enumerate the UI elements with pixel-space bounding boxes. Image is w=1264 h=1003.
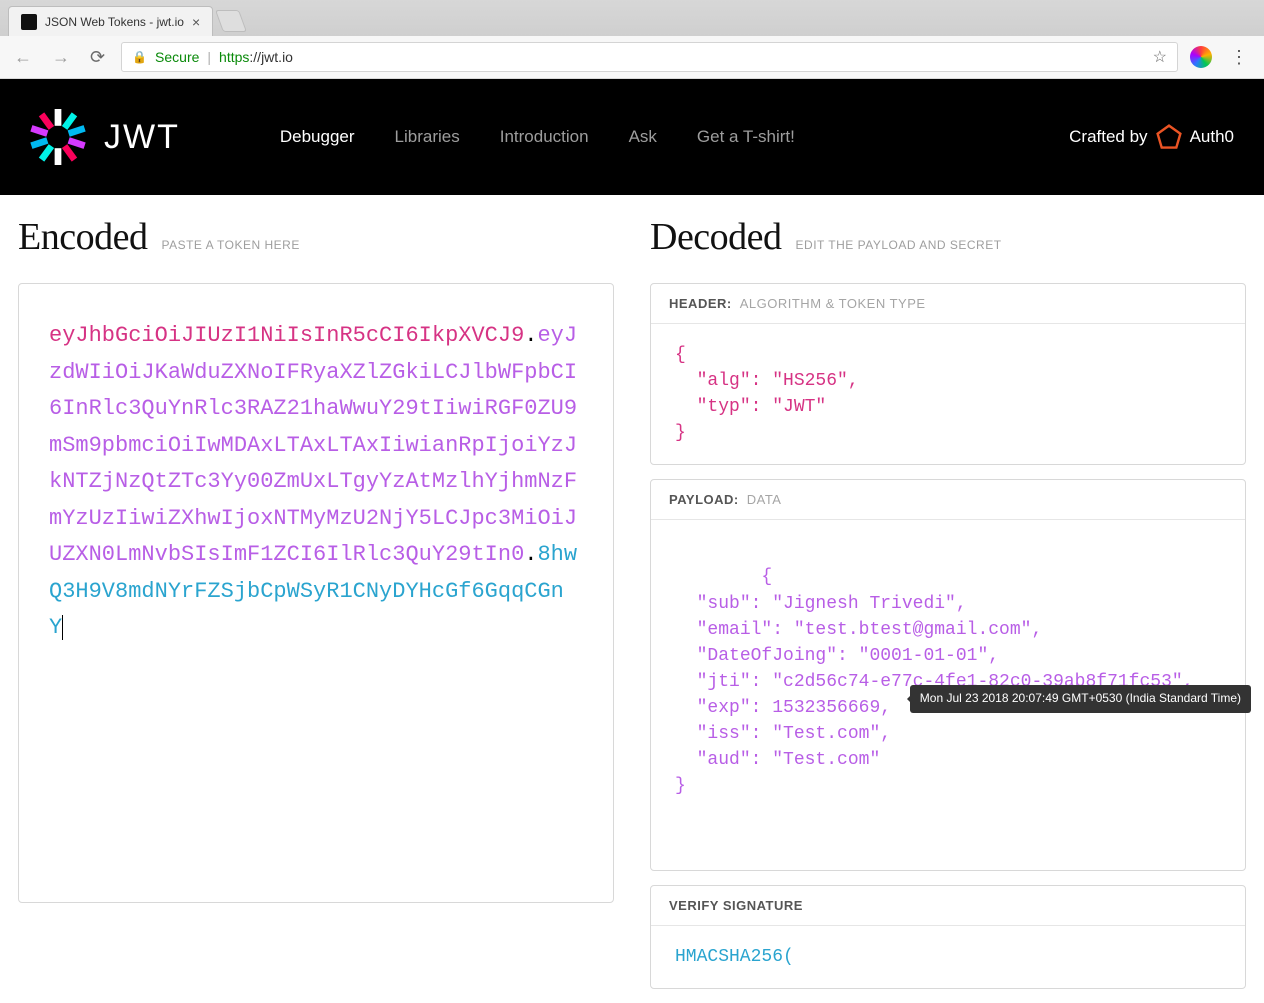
text-caret xyxy=(62,615,76,640)
payload-section-sublabel: DATA xyxy=(747,492,782,507)
header-json[interactable]: { "alg": "HS256", "typ": "JWT" } xyxy=(651,324,1245,464)
url-text: https://jwt.io xyxy=(219,49,293,65)
crafted-by-label: Crafted by xyxy=(1069,127,1147,147)
new-tab-button[interactable] xyxy=(215,10,247,32)
nav-libraries[interactable]: Libraries xyxy=(395,127,460,147)
favicon-jwt xyxy=(21,14,37,30)
header-section-label: HEADER: xyxy=(669,296,732,311)
encoded-title: Encoded xyxy=(18,215,147,259)
signature-section-label: VERIFY SIGNATURE xyxy=(669,898,803,913)
browser-chrome: JSON Web Tokens - jwt.io × ← → ⟳ 🔒 Secur… xyxy=(0,0,1264,79)
back-button[interactable]: ← xyxy=(10,45,36,70)
main-nav: Debugger Libraries Introduction Ask Get … xyxy=(280,127,795,147)
url-separator: | xyxy=(207,49,211,65)
signature-body[interactable]: HMACSHA256( xyxy=(651,926,1245,988)
extension-icon[interactable] xyxy=(1190,46,1212,68)
encoded-column: Encoded PASTE A TOKEN HERE eyJhbGciOiJIU… xyxy=(18,215,614,1003)
auth0-logo-icon xyxy=(1156,124,1182,150)
site-header: JWT Debugger Libraries Introduction Ask … xyxy=(0,79,1264,195)
nav-ask[interactable]: Ask xyxy=(629,127,657,147)
exp-tooltip: Mon Jul 23 2018 20:07:49 GMT+0530 (India… xyxy=(910,685,1251,712)
nav-tshirt[interactable]: Get a T-shirt! xyxy=(697,127,795,147)
bookmark-star-icon[interactable]: ☆ xyxy=(1153,47,1167,67)
reload-button[interactable]: ⟳ xyxy=(86,45,109,70)
encoded-token-input[interactable]: eyJhbGciOiJIUzI1NiIsInR5cCI6IkpXVCJ9.eyJ… xyxy=(18,283,614,903)
url-input[interactable]: 🔒 Secure | https://jwt.io ☆ xyxy=(121,42,1178,72)
decoded-column: Decoded EDIT THE PAYLOAD AND SECRET HEAD… xyxy=(650,215,1246,1003)
decoded-header-section: HEADER: ALGORITHM & TOKEN TYPE { "alg": … xyxy=(650,283,1246,465)
auth0-label: Auth0 xyxy=(1190,127,1234,147)
header-section-sublabel: ALGORITHM & TOKEN TYPE xyxy=(740,296,926,311)
decoded-title: Decoded xyxy=(650,215,782,259)
main-content: Encoded PASTE A TOKEN HERE eyJhbGciOiJIU… xyxy=(0,195,1264,1003)
browser-tab[interactable]: JSON Web Tokens - jwt.io × xyxy=(8,6,213,36)
token-header-part: eyJhbGciOiJIUzI1NiIsInR5cCI6IkpXVCJ9 xyxy=(49,323,524,348)
logo-block[interactable]: JWT xyxy=(30,109,180,165)
payload-json[interactable]: { "sub": "Jignesh Trivedi", "email": "te… xyxy=(651,520,1245,869)
forward-button: → xyxy=(48,45,74,70)
close-tab-icon[interactable]: × xyxy=(192,14,200,30)
lock-icon: 🔒 xyxy=(132,50,147,64)
token-payload-part: eyJzdWIiOiJKaWduZXNoIFRyaXZlZGkiLCJlbWFp… xyxy=(49,323,577,567)
tab-title: JSON Web Tokens - jwt.io xyxy=(45,15,184,29)
secure-label: Secure xyxy=(155,49,199,65)
chrome-menu-icon[interactable]: ⋮ xyxy=(1224,47,1254,68)
decoded-subtitle: EDIT THE PAYLOAD AND SECRET xyxy=(796,238,1002,252)
decoded-signature-section: VERIFY SIGNATURE HMACSHA256( xyxy=(650,885,1246,989)
brand-text: JWT xyxy=(104,118,180,157)
nav-debugger[interactable]: Debugger xyxy=(280,127,355,147)
nav-introduction[interactable]: Introduction xyxy=(500,127,589,147)
encoded-subtitle: PASTE A TOKEN HERE xyxy=(161,238,299,252)
address-bar: ← → ⟳ 🔒 Secure | https://jwt.io ☆ ⋮ xyxy=(0,36,1264,78)
decoded-payload-section: PAYLOAD: DATA { "sub": "Jignesh Trivedi"… xyxy=(650,479,1246,870)
jwt-logo-icon xyxy=(30,109,86,165)
crafted-by[interactable]: Crafted by Auth0 xyxy=(1069,124,1234,150)
tab-strip: JSON Web Tokens - jwt.io × xyxy=(0,0,1264,36)
payload-section-label: PAYLOAD: xyxy=(669,492,739,507)
